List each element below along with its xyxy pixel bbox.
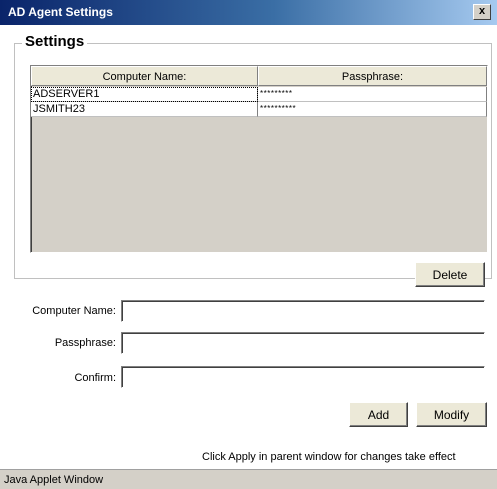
computer-name-label: Computer Name: xyxy=(32,305,116,317)
close-button[interactable]: x xyxy=(473,4,491,20)
table-row[interactable]: ADSERVER1 ********* xyxy=(31,87,487,102)
modify-button[interactable]: Modify xyxy=(416,402,487,427)
add-button[interactable]: Add xyxy=(349,402,408,427)
column-header-computer-name[interactable]: Computer Name: xyxy=(31,66,258,86)
applet-footer: Java Applet Window xyxy=(0,469,497,489)
settings-group-label: Settings xyxy=(22,33,88,50)
window-title: AD Agent Settings xyxy=(8,5,113,19)
column-header-passphrase[interactable]: Passphrase: xyxy=(258,66,487,86)
footer-text: Java Applet Window xyxy=(4,474,104,486)
computer-name-input[interactable] xyxy=(121,300,485,322)
passphrase-label: Passphrase: xyxy=(54,337,116,349)
table-cell-computer[interactable]: ADSERVER1 xyxy=(31,87,258,102)
table-row[interactable]: JSMITH23 ********** xyxy=(31,102,487,117)
confirm-label: Confirm: xyxy=(74,372,116,384)
status-message: Click Apply in parent window for changes… xyxy=(202,451,456,463)
title-bar: AD Agent Settings x xyxy=(0,0,497,25)
computer-table[interactable]: Computer Name: Passphrase: ADSERVER1 ***… xyxy=(30,65,488,253)
confirm-input[interactable] xyxy=(121,366,485,388)
table-header: Computer Name: Passphrase: xyxy=(31,66,487,87)
table-cell-passphrase[interactable]: ********* xyxy=(258,87,487,102)
passphrase-input[interactable] xyxy=(121,332,485,354)
table-cell-passphrase[interactable]: ********** xyxy=(258,102,487,117)
table-body: ADSERVER1 ********* JSMITH23 ********** xyxy=(31,87,487,117)
delete-button[interactable]: Delete xyxy=(415,262,485,287)
table-cell-computer[interactable]: JSMITH23 xyxy=(31,102,258,117)
